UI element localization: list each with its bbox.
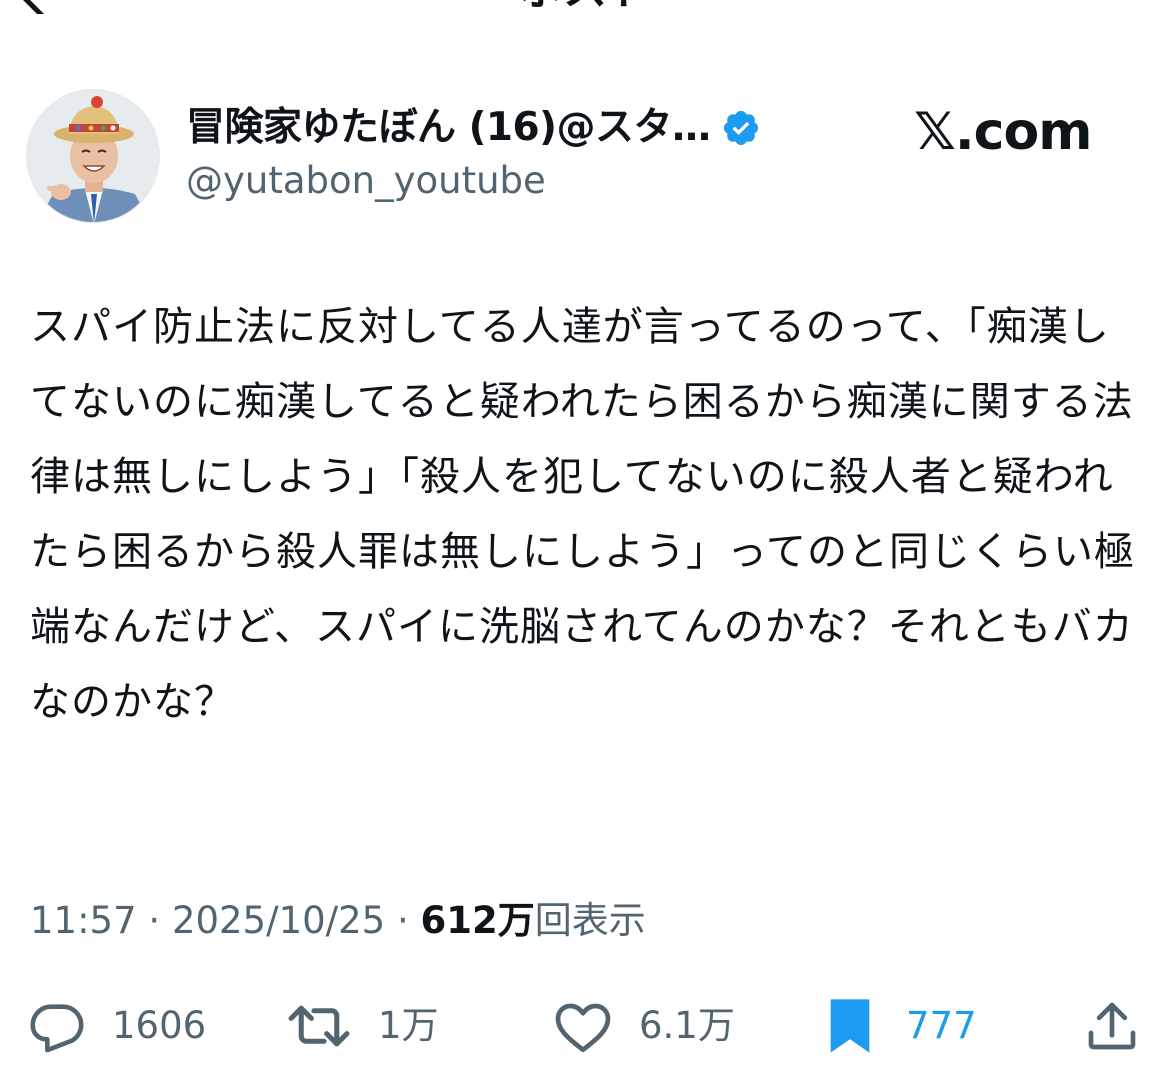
share-button[interactable] — [1084, 990, 1140, 1062]
repost-icon — [288, 1005, 350, 1047]
reply-button[interactable]: 1606 — [28, 990, 206, 1062]
display-name[interactable]: 冒険家ゆたぼん (16)@スタ… — [186, 104, 711, 152]
tweet-date[interactable]: 2025/10/25 — [172, 899, 385, 942]
brand-watermark: 𝕏.com — [914, 102, 1092, 162]
like-count: 6.1万 — [639, 1004, 735, 1047]
avatar[interactable] — [26, 89, 160, 223]
bookmark-count: 777 — [906, 1004, 977, 1047]
meta-separator: · — [136, 899, 172, 942]
heart-icon — [555, 1003, 611, 1053]
views-count: 612万 — [420, 899, 535, 942]
meta-separator: · — [385, 899, 421, 942]
tweet-time[interactable]: 11:57 — [30, 899, 137, 942]
tweet-author-header: 冒険家ゆたぼん (16)@スタ… @yutabon_youtube 𝕏.com — [0, 86, 1170, 226]
tweet-meta: 11:57 · 2025/10/25 · 612万回表示 — [30, 896, 646, 946]
bookmark-icon — [830, 999, 870, 1053]
bookmark-button[interactable]: 777 — [828, 990, 977, 1062]
repost-button[interactable]: 1万 — [286, 990, 439, 1062]
user-handle[interactable]: @yutabon_youtube — [186, 158, 546, 204]
tweet-text: スパイ防止法に反対してる人達が言ってるのって、「痴漢してないのに痴漢してると疑わ… — [30, 304, 1135, 725]
reply-icon — [30, 1004, 84, 1053]
display-name-row[interactable]: 冒険家ゆたぼん (16)@スタ… — [186, 104, 761, 152]
views-label: 回表示 — [534, 899, 646, 942]
verified-badge-icon — [721, 108, 761, 148]
nav-title: ポスト — [0, 0, 1170, 12]
avatar-image — [27, 90, 159, 222]
repost-count: 1万 — [378, 1004, 439, 1047]
like-button[interactable]: 6.1万 — [553, 990, 735, 1062]
tweet-action-bar: 1606 1万 6.1万 777 — [0, 990, 1170, 1062]
share-icon — [1088, 1002, 1136, 1050]
top-nav-bar: ポスト — [0, 0, 1170, 14]
reply-count: 1606 — [112, 1004, 207, 1047]
